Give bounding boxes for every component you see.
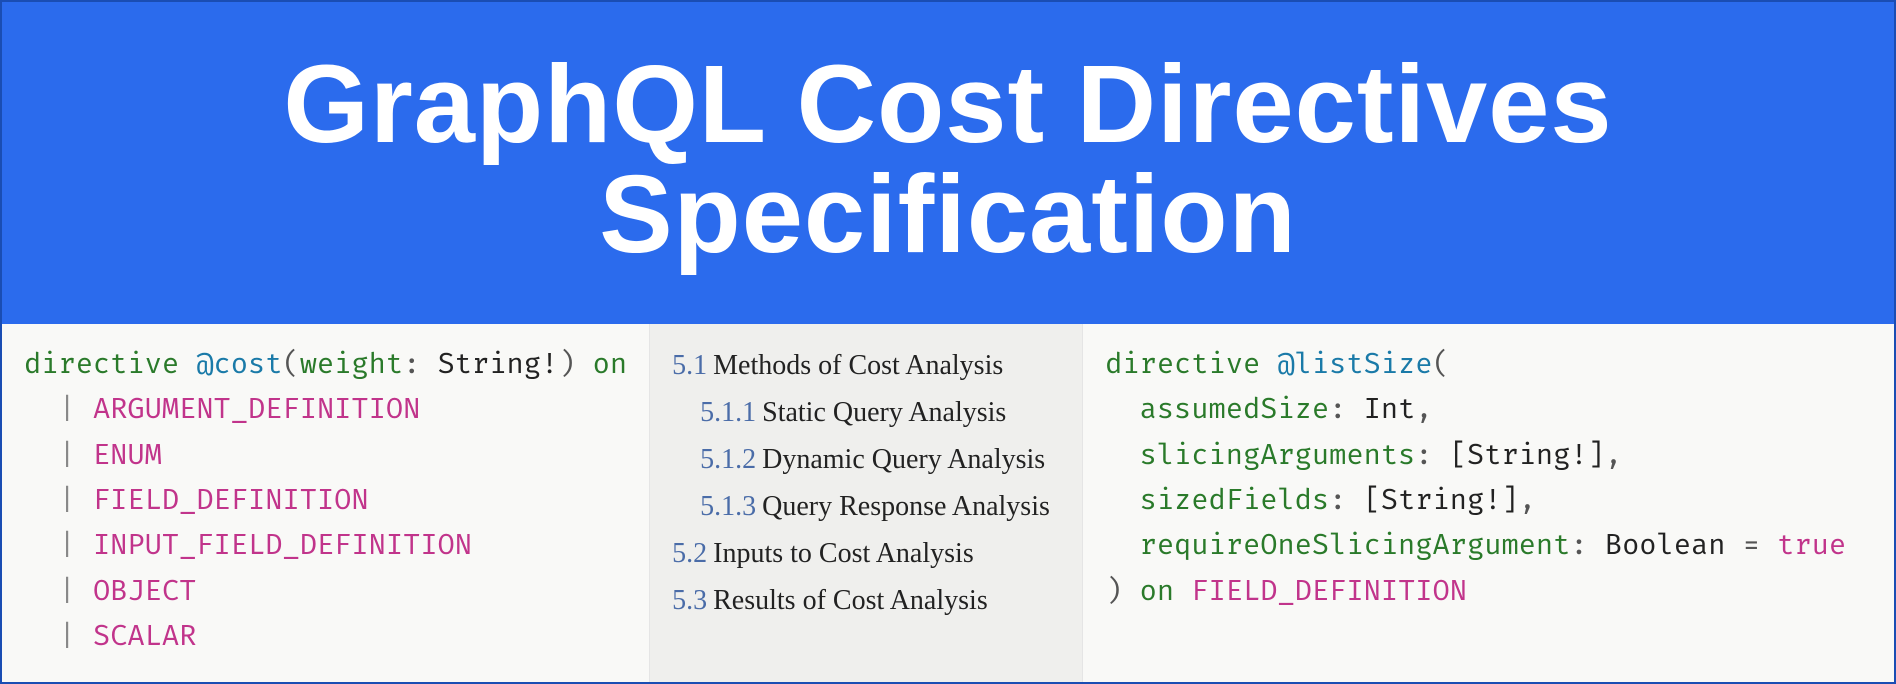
toc-number: 5.1.2: [700, 444, 756, 475]
close-paren: ): [1105, 574, 1122, 609]
toc-item[interactable]: 5.1Methods of Cost Analysis: [672, 342, 1060, 389]
pipe: |: [58, 483, 75, 518]
type-boolean: Boolean: [1605, 528, 1726, 563]
colon: :: [403, 347, 420, 382]
arg-weight: weight: [300, 347, 403, 382]
toc-number: 5.1: [672, 350, 707, 381]
type-string-nn: String!: [438, 347, 559, 382]
loc-object: OBJECT: [93, 574, 196, 609]
loc-scalar: SCALAR: [93, 619, 196, 654]
toc-item[interactable]: 5.2Inputs to Cost Analysis: [672, 530, 1060, 577]
page-title: GraphQL Cost Directives Specification: [22, 50, 1874, 270]
cost-directive-code: directive @cost(weight: String!) on | AR…: [24, 342, 627, 660]
toc-label: Query Response Analysis: [762, 491, 1050, 522]
comma: ,: [1415, 392, 1432, 427]
equals: =: [1743, 528, 1760, 563]
loc-enum: ENUM: [93, 438, 162, 473]
arg-require-one-slicing: requireOneSlicingArgument: [1140, 528, 1571, 563]
arg-sized-fields: sizedFields: [1140, 483, 1330, 518]
comma: ,: [1605, 438, 1622, 473]
pipe: |: [58, 619, 75, 654]
directive-name-listsize: @listSize: [1277, 347, 1432, 382]
listsize-directive-panel: directive @listSize( assumedSize: Int, s…: [1082, 324, 1894, 682]
toc-item[interactable]: 5.3Results of Cost Analysis: [672, 577, 1060, 624]
default-true: true: [1777, 528, 1846, 563]
loc-field-definition: FIELD_DEFINITION: [93, 483, 369, 518]
toc-number: 5.1.1: [700, 397, 756, 428]
open-paren: (: [1433, 347, 1450, 382]
toc-label: Methods of Cost Analysis: [713, 350, 1003, 381]
banner: GraphQL Cost Directives Specification: [2, 2, 1894, 324]
arg-slicing-arguments: slicingArguments: [1140, 438, 1416, 473]
loc-input-field-definition: INPUT_FIELD_DEFINITION: [93, 528, 472, 563]
toc-label: Results of Cost Analysis: [713, 585, 988, 616]
colon: :: [1329, 483, 1346, 518]
open-paren: (: [282, 347, 299, 382]
pipe: |: [58, 574, 75, 609]
toc-label: Dynamic Query Analysis: [762, 444, 1045, 475]
keyword-on: on: [593, 347, 627, 382]
keyword-directive: directive: [24, 347, 179, 382]
toc-number: 5.1.3: [700, 491, 756, 522]
keyword-on: on: [1140, 574, 1174, 609]
toc-label: Inputs to Cost Analysis: [713, 538, 974, 569]
pipe: |: [58, 528, 75, 563]
colon: :: [1415, 438, 1432, 473]
toc-number: 5.2: [672, 538, 707, 569]
close-paren: ): [558, 347, 575, 382]
cost-directive-panel: directive @cost(weight: String!) on | AR…: [2, 324, 650, 682]
pipe: |: [58, 438, 75, 473]
toc-item[interactable]: 5.1.3Query Response Analysis: [672, 483, 1060, 530]
type-list-string: [String!]: [1364, 483, 1519, 518]
toc-number: 5.3: [672, 585, 707, 616]
content-row: directive @cost(weight: String!) on | AR…: [2, 324, 1894, 682]
type-list-string: [String!]: [1450, 438, 1605, 473]
colon: :: [1329, 392, 1346, 427]
toc-label: Static Query Analysis: [762, 397, 1006, 428]
toc-item[interactable]: 5.1.1Static Query Analysis: [672, 389, 1060, 436]
comma: ,: [1519, 483, 1536, 518]
pipe: |: [58, 392, 75, 427]
keyword-directive: directive: [1105, 347, 1260, 382]
colon: :: [1570, 528, 1587, 563]
toc-panel: 5.1Methods of Cost Analysis 5.1.1Static …: [650, 324, 1082, 682]
arg-assumed-size: assumedSize: [1140, 392, 1330, 427]
loc-field-definition: FIELD_DEFINITION: [1191, 574, 1467, 609]
loc-argument-definition: ARGUMENT_DEFINITION: [93, 392, 420, 427]
type-int: Int: [1364, 392, 1416, 427]
page: GraphQL Cost Directives Specification di…: [0, 0, 1896, 684]
listsize-directive-code: directive @listSize( assumedSize: Int, s…: [1105, 342, 1872, 614]
toc-item[interactable]: 5.1.2Dynamic Query Analysis: [672, 436, 1060, 483]
directive-name-cost: @cost: [196, 347, 282, 382]
